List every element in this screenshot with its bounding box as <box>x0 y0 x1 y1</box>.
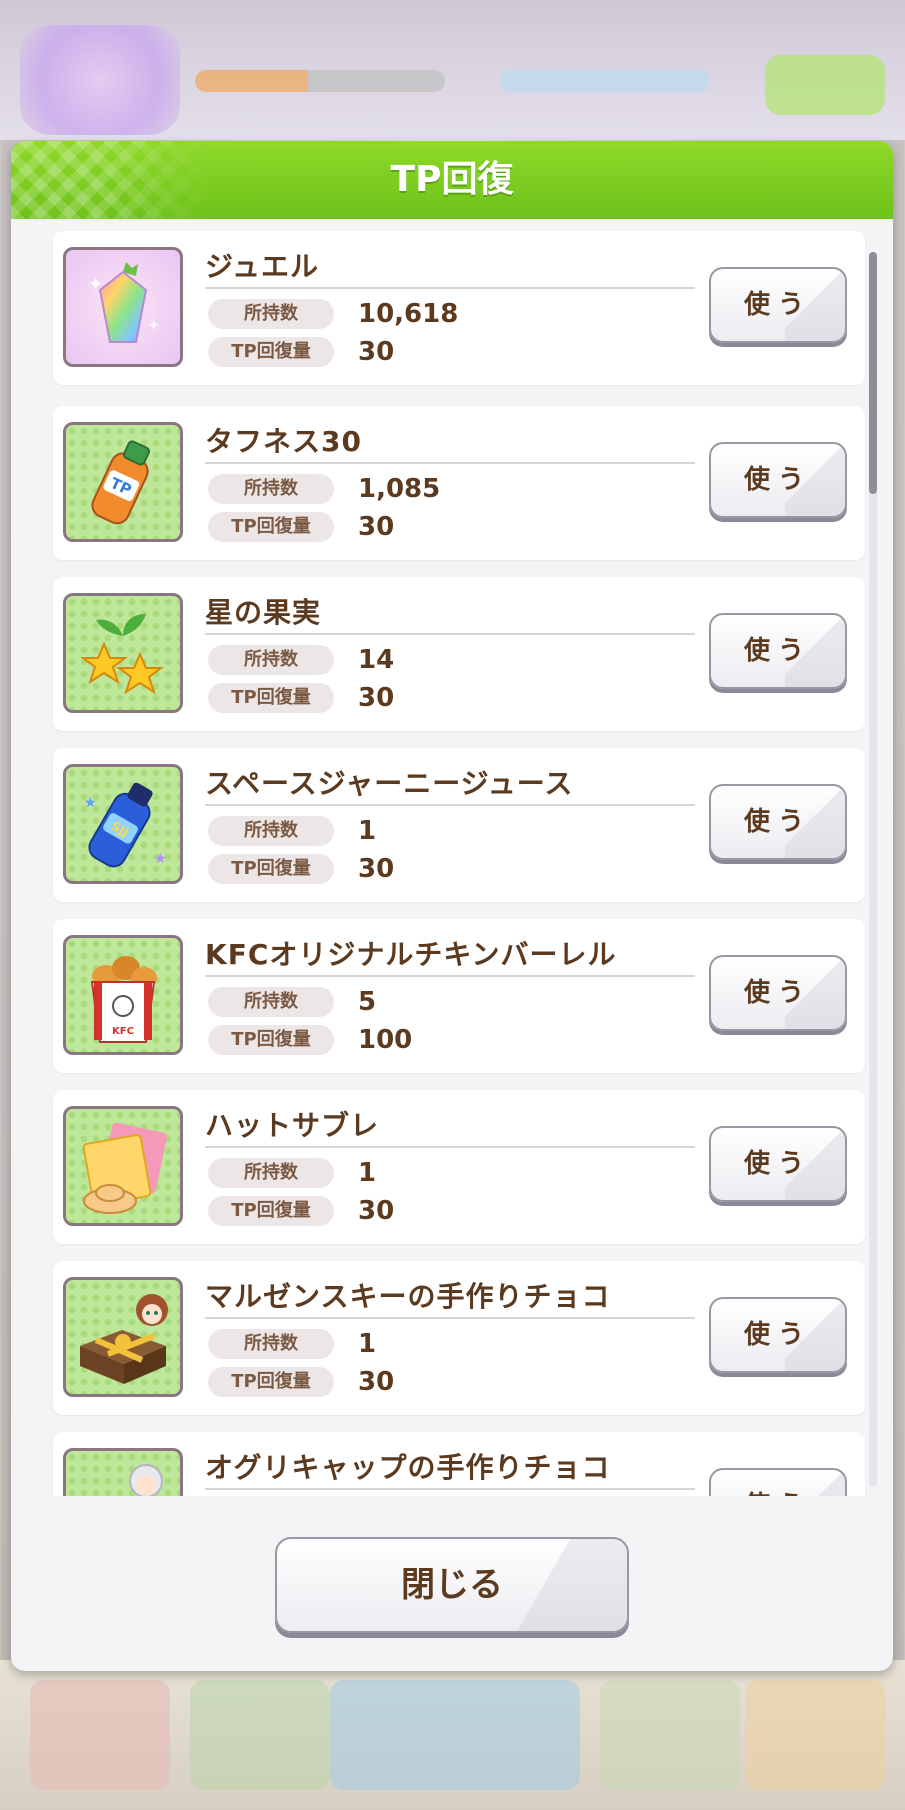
owned-value: 10,618 <box>358 299 459 329</box>
list-item: 星の果実 所持数 14 TP回復量 30 使う <box>53 577 865 731</box>
use-button[interactable]: 使う <box>709 784 847 860</box>
chocolate-box-icon <box>63 1277 183 1397</box>
recovery-label: TP回復量 <box>208 1025 334 1055</box>
divider <box>205 1317 695 1319</box>
cookie-icon <box>63 1106 183 1226</box>
owned-value: 14 <box>358 645 395 675</box>
divider <box>205 462 695 464</box>
list-item: SJJ ★ ★ スペースジャーニージュース 所持数 1 TP回復量 30 使う <box>53 748 865 902</box>
use-button[interactable]: 使う <box>709 442 847 518</box>
divider <box>205 1488 695 1490</box>
use-button[interactable]: 使う <box>709 613 847 689</box>
use-button[interactable]: 使う <box>709 955 847 1031</box>
owned-label: 所持数 <box>208 299 334 329</box>
item-name: マルゼンスキーの手作りチョコ <box>205 1280 611 1313</box>
drink-bottle-icon: TP <box>63 422 183 542</box>
owned-label: 所持数 <box>208 1329 334 1359</box>
chocolate-box-icon <box>63 1448 183 1501</box>
recovery-value: 100 <box>358 1025 413 1055</box>
list-item: オグリキャップの手作りチョコ 使う <box>53 1432 865 1501</box>
juice-bottle-icon: SJJ ★ ★ <box>63 764 183 884</box>
owned-label: 所持数 <box>208 474 334 504</box>
item-name: 星の果実 <box>205 596 322 629</box>
recovery-value: 30 <box>358 337 395 367</box>
svg-text:✦: ✦ <box>148 318 160 334</box>
item-name: ジュエル <box>205 250 320 283</box>
svg-text:✦: ✦ <box>88 274 103 295</box>
owned-label: 所持数 <box>208 816 334 846</box>
background-nav-tile <box>745 1680 885 1790</box>
divider <box>205 804 695 806</box>
use-button[interactable]: 使う <box>709 1126 847 1202</box>
svg-text:KFC: KFC <box>112 1026 134 1037</box>
item-name: オグリキャップの手作りチョコ <box>205 1451 611 1484</box>
list-item: TP タフネス30 所持数 1,085 TP回復量 30 使う <box>53 406 865 560</box>
use-button[interactable]: 使う <box>709 267 847 343</box>
dialog-title: TP回復 <box>390 159 514 200</box>
divider <box>205 975 695 977</box>
item-name: KFCオリジナルチキンバーレル <box>205 938 617 971</box>
dialog-header: TP回復 <box>11 141 893 219</box>
list-bottom-edge <box>41 1496 891 1512</box>
owned-value: 1 <box>358 816 377 846</box>
background-nav-tile <box>330 1680 580 1790</box>
owned-value: 5 <box>358 987 377 1017</box>
background-nav-tile <box>600 1680 740 1790</box>
list-item: ✦ ✦ ジュエル 所持数 10,618 TP回復量 30 使う <box>53 231 865 385</box>
item-name: ハットサブレ <box>205 1109 380 1142</box>
svg-text:★: ★ <box>84 795 97 811</box>
list-item: マルゼンスキーの手作りチョコ 所持数 1 TP回復量 30 使う <box>53 1261 865 1415</box>
background-menu-button <box>765 55 885 115</box>
use-button[interactable]: 使う <box>709 1297 847 1373</box>
owned-label: 所持数 <box>208 645 334 675</box>
item-name: タフネス30 <box>205 425 362 458</box>
background-rp-gauge <box>500 70 710 92</box>
owned-label: 所持数 <box>208 1158 334 1188</box>
background-nav-tile <box>190 1680 330 1790</box>
divider <box>205 1146 695 1148</box>
recovery-value: 30 <box>358 512 395 542</box>
background-logo <box>20 25 180 135</box>
star-fruit-icon <box>63 593 183 713</box>
svg-text:★: ★ <box>154 851 167 867</box>
jewel-icon: ✦ ✦ <box>63 247 183 367</box>
owned-label: 所持数 <box>208 987 334 1017</box>
owned-value: 1 <box>358 1329 377 1359</box>
divider <box>205 633 695 635</box>
owned-value: 1,085 <box>358 474 441 504</box>
item-name: スペースジャーニージュース <box>205 767 574 800</box>
recovery-value: 30 <box>358 854 395 884</box>
background-tp-gauge <box>195 70 445 92</box>
recovery-value: 30 <box>358 1367 395 1397</box>
recovery-label: TP回復量 <box>208 337 334 367</box>
scrollbar-thumb[interactable] <box>869 252 877 494</box>
recovery-label: TP回復量 <box>208 512 334 542</box>
recovery-label: TP回復量 <box>208 854 334 884</box>
tp-recovery-dialog: TP回復 ✦ ✦ ジュエル 所持数 10,618 TP回復量 30 使う TP … <box>11 141 893 1671</box>
recovery-label: TP回復量 <box>208 1196 334 1226</box>
recovery-label: TP回復量 <box>208 1367 334 1397</box>
list-item: KFC KFCオリジナルチキンバーレル 所持数 5 TP回復量 100 使う <box>53 919 865 1073</box>
background-nav-tile <box>30 1680 170 1790</box>
item-list[interactable]: ✦ ✦ ジュエル 所持数 10,618 TP回復量 30 使う TP タフネス3… <box>41 231 891 1501</box>
recovery-label: TP回復量 <box>208 683 334 713</box>
chicken-bucket-icon: KFC <box>63 935 183 1055</box>
list-item: ハットサブレ 所持数 1 TP回復量 30 使う <box>53 1090 865 1244</box>
close-button[interactable]: 閉じる <box>275 1537 629 1633</box>
divider <box>205 287 695 289</box>
recovery-value: 30 <box>358 683 395 713</box>
owned-value: 1 <box>358 1158 377 1188</box>
recovery-value: 30 <box>358 1196 395 1226</box>
